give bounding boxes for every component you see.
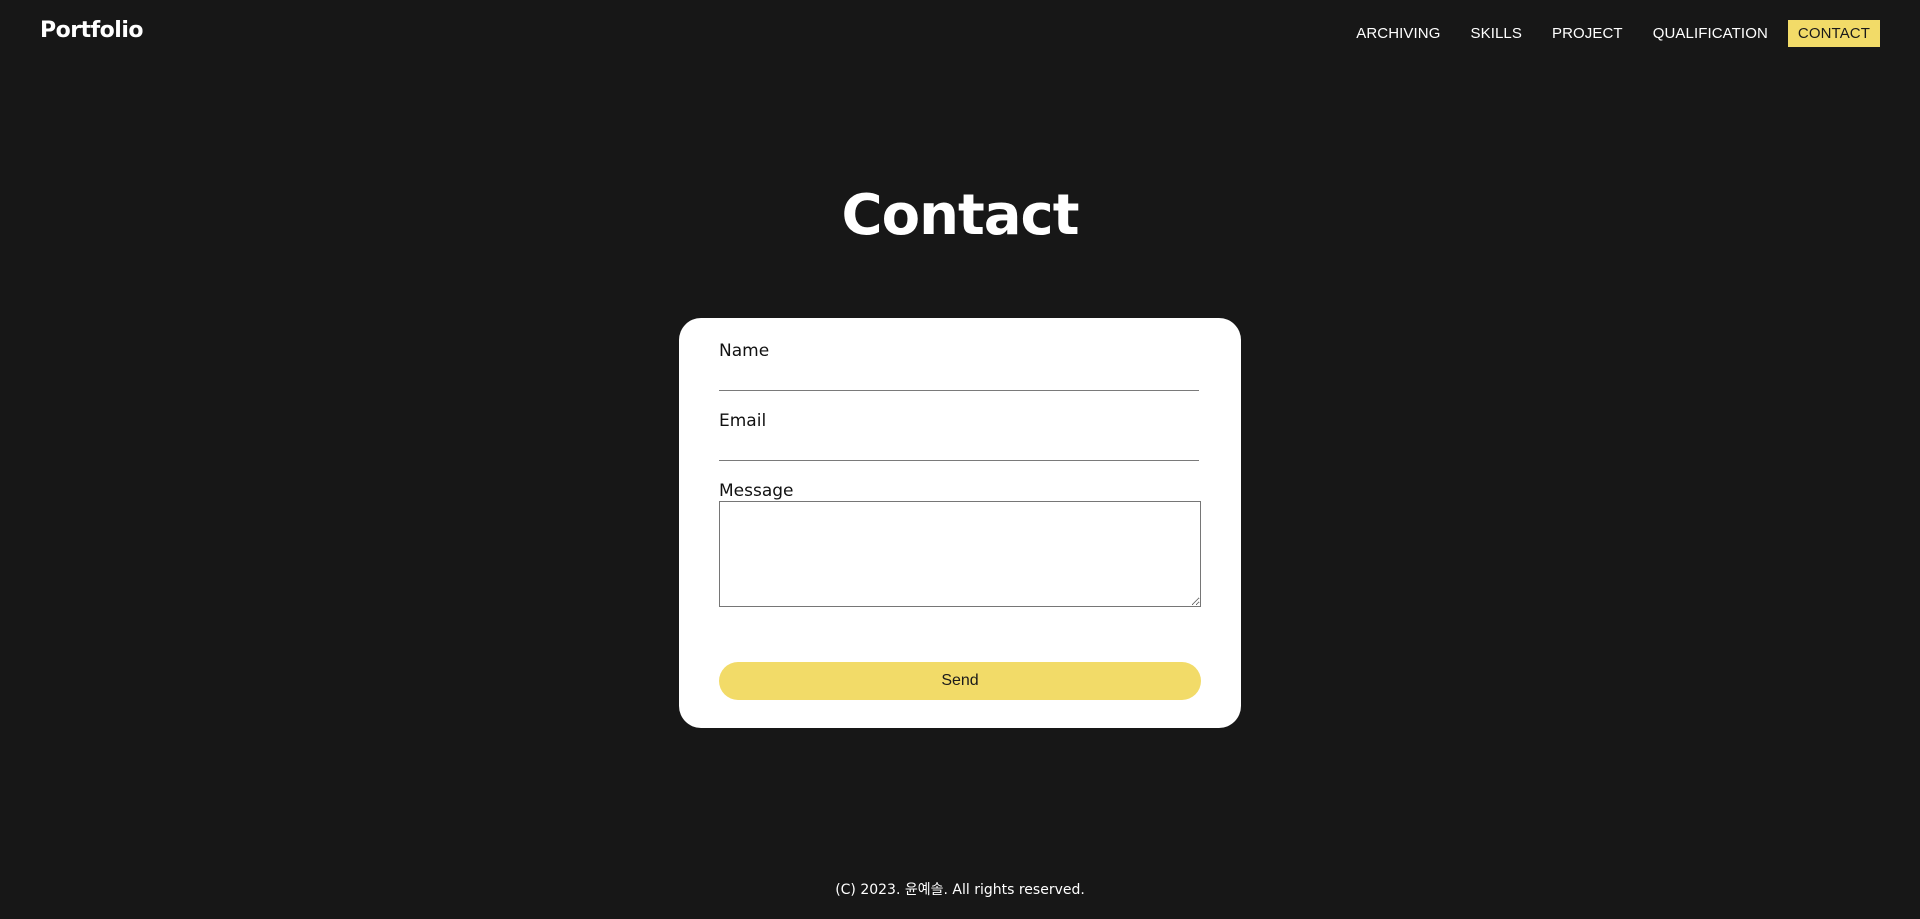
- name-label: Name: [719, 341, 770, 361]
- email-label: Email: [719, 411, 767, 431]
- email-input[interactable]: [719, 434, 1199, 461]
- message-field-group: Message: [719, 461, 1201, 607]
- nav-item-archiving[interactable]: ARCHIVING: [1346, 20, 1450, 47]
- page: Portfolio ARCHIVING SKILLS PROJECT QUALI…: [0, 0, 1920, 919]
- nav-item-qualification[interactable]: QUALIFICATION: [1643, 20, 1778, 47]
- main-nav: ARCHIVING SKILLS PROJECT QUALIFICATION C…: [1336, 20, 1880, 47]
- name-input[interactable]: [719, 364, 1199, 391]
- nav-item-skills[interactable]: SKILLS: [1461, 20, 1532, 47]
- page-title: Contact: [841, 183, 1080, 248]
- site-header: Portfolio ARCHIVING SKILLS PROJECT QUALI…: [0, 0, 1920, 66]
- send-button[interactable]: Send: [719, 662, 1201, 700]
- email-field-group: Email: [719, 391, 1201, 461]
- nav-item-project[interactable]: PROJECT: [1542, 20, 1633, 47]
- message-textarea[interactable]: [719, 501, 1201, 607]
- nav-item-contact[interactable]: CONTACT: [1787, 20, 1880, 47]
- logo[interactable]: Portfolio: [40, 18, 144, 43]
- name-field-group: Name: [719, 318, 1201, 391]
- contact-form: Name Email Message Send: [679, 318, 1241, 728]
- footer-copyright: (C) 2023. 윤예솔. All rights reserved.: [835, 882, 1085, 898]
- message-label: Message: [719, 481, 794, 501]
